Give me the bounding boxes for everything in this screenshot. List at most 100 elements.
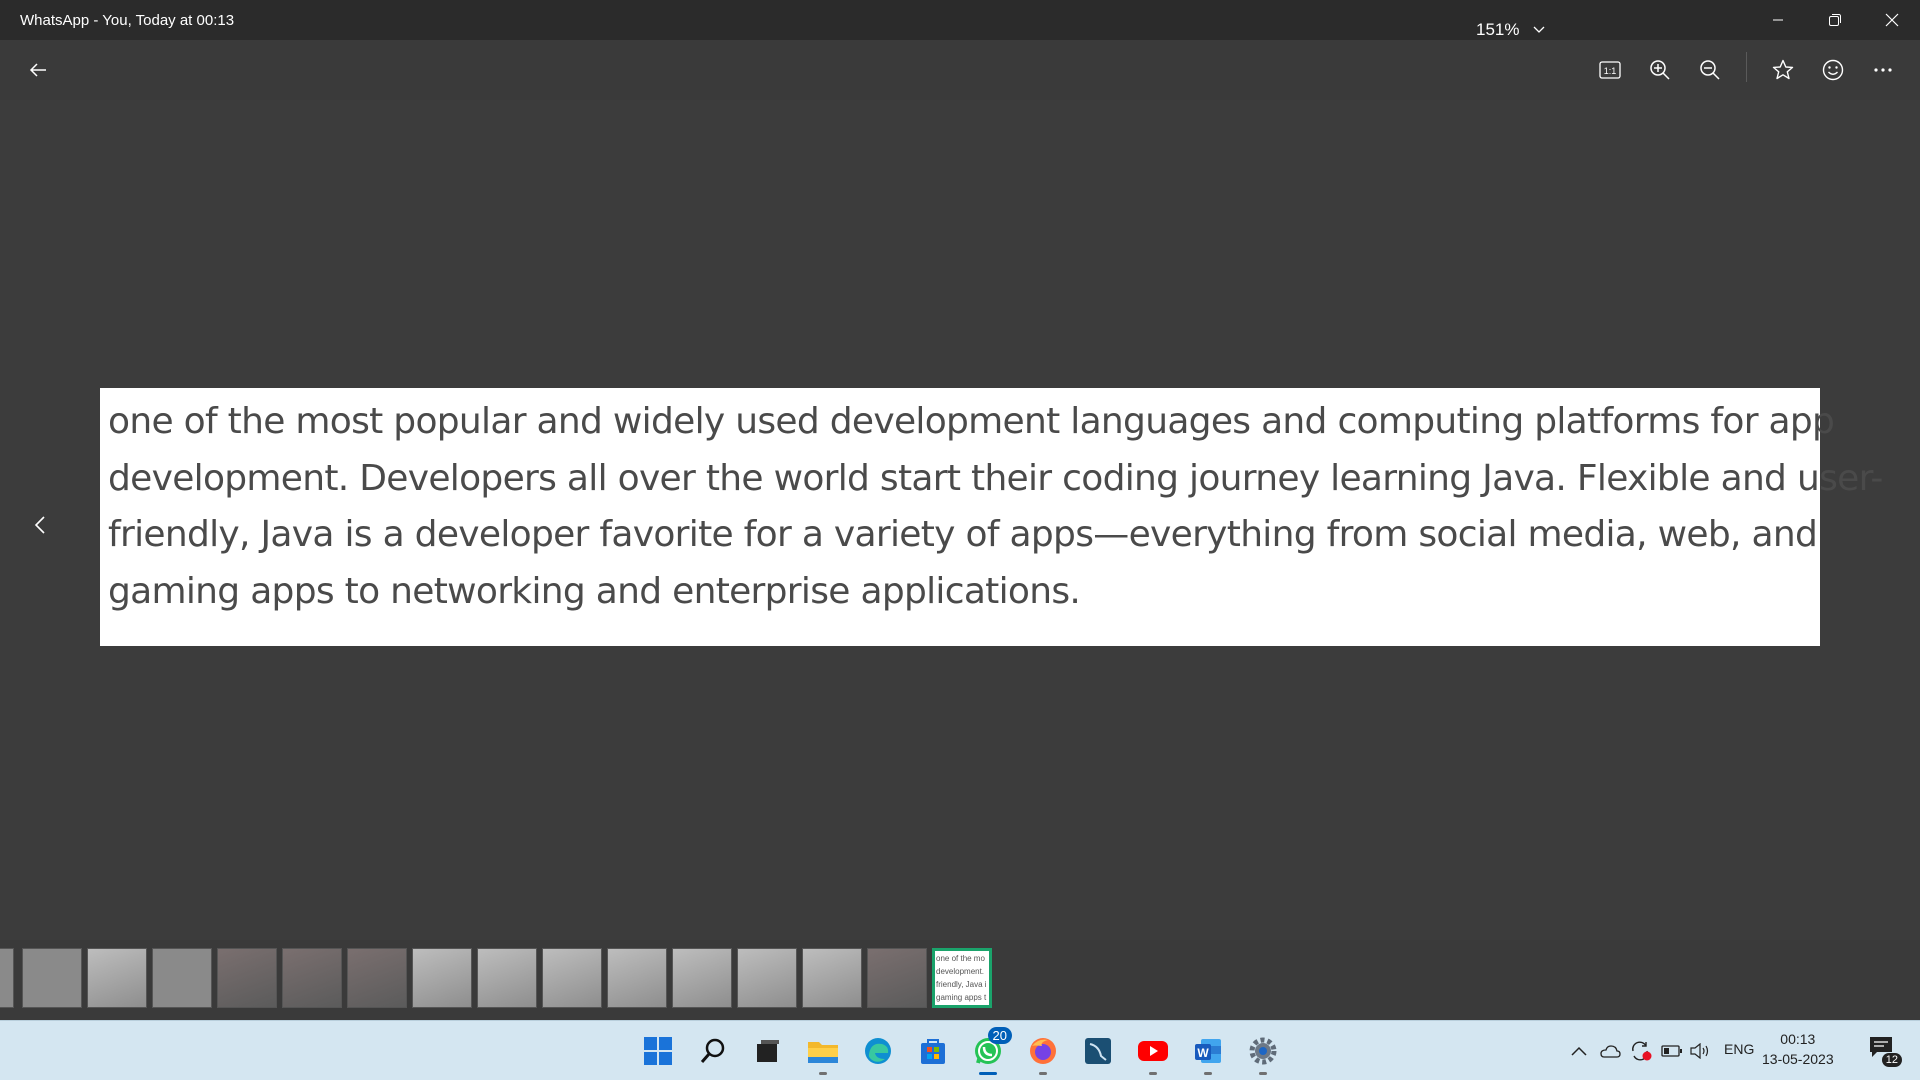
more-options-button[interactable] [1863,52,1903,88]
running-indicator [1149,1072,1157,1075]
toolbar-divider [1746,52,1747,82]
notification-center-button[interactable]: 12 [1868,1035,1902,1067]
thumbnail[interactable] [737,948,797,1008]
sync-error-icon [1632,1041,1652,1061]
active-indicator [979,1072,997,1075]
smiley-icon [1822,59,1844,81]
thumbnail-selected[interactable]: one of the mo development. friendly, Jav… [932,948,992,1008]
star-button[interactable] [1763,52,1803,88]
close-button[interactable] [1863,0,1920,40]
thumb-text: one of the mo [936,954,985,963]
battery-icon [1661,1045,1682,1057]
chevron-down-icon [1534,26,1545,33]
zoom-dropdown[interactable]: 151% [1476,12,1545,48]
file-explorer-button[interactable] [803,1031,843,1075]
word-icon: W [1195,1039,1221,1063]
image-text-line: gaming apps to networking and enterprise… [108,570,1081,612]
onedrive-tray-button[interactable] [1593,1031,1627,1071]
image-text-line: development. Developers all over the wor… [108,457,1883,499]
firefox-icon [1030,1038,1056,1064]
thumb-text: development. [936,967,985,976]
mysql-workbench-button[interactable] [1078,1031,1118,1071]
thumbnail[interactable] [282,948,342,1008]
store-icon [921,1039,945,1064]
microsoft-store-button[interactable] [913,1031,953,1071]
running-indicator [819,1072,827,1075]
windows-start-icon [644,1037,672,1065]
whatsapp-taskbar-button[interactable]: 20 [968,1027,1012,1075]
running-indicator [1259,1072,1267,1075]
viewer-toolbar [0,40,1920,100]
search-icon [700,1038,725,1063]
chevron-left-icon [34,516,45,534]
thumb-text: friendly, Java i [936,980,987,989]
displayed-image: one of the most popular and widely used … [100,388,1883,646]
minimize-icon [1772,19,1783,21]
edge-button[interactable] [858,1031,898,1071]
thumbnail[interactable] [802,948,862,1008]
svg-text:1:1: 1:1 [1604,66,1617,76]
word-button[interactable]: W [1188,1031,1228,1075]
svg-text:W: W [1197,1046,1209,1060]
gear-icon [1249,1037,1277,1065]
youtube-button[interactable] [1133,1031,1173,1075]
thumbnail-strip: one of the mo development. friendly, Jav… [0,946,1920,1008]
zoom-out-button[interactable] [1690,52,1730,88]
back-arrow-icon [29,63,46,77]
clock[interactable]: 00:13 13-05-2023 [1762,1029,1834,1069]
back-button[interactable] [18,52,58,88]
thumbnail[interactable] [672,948,732,1008]
sync-tray-button[interactable] [1624,1031,1658,1071]
thumbnail[interactable] [87,948,147,1008]
close-icon [1885,13,1898,27]
chevron-up-icon [1571,1046,1587,1056]
clock-time: 00:13 [1780,1031,1816,1047]
volume-tray-button[interactable] [1683,1031,1717,1071]
thumbnail[interactable] [347,948,407,1008]
thumb-text: gaming apps t [936,993,987,1002]
unread-count-badge: 20 [987,1027,1012,1044]
notification-count: 12 [1881,1053,1902,1067]
zoom-in-icon [1650,60,1670,80]
cloud-icon [1600,1045,1621,1058]
thumbnail[interactable] [152,948,212,1008]
image-viewer: one of the most popular and widely used … [0,100,1920,940]
emoji-react-button[interactable] [1813,52,1853,88]
window-controls [1749,0,1920,40]
zoom-in-button[interactable] [1640,52,1680,88]
thumbnail[interactable] [0,948,14,1008]
workbench-icon [1085,1038,1111,1064]
thumbnail[interactable] [607,948,667,1008]
restore-button[interactable] [1806,0,1863,40]
thumbnail[interactable] [217,948,277,1008]
zoom-level: 151% [1476,20,1520,39]
zoom-out-icon [1700,60,1720,80]
actual-size-button[interactable]: 1:1 [1590,52,1630,88]
input-language[interactable]: ENG [1724,1041,1754,1057]
folder-icon [808,1042,838,1063]
thumbnail[interactable] [477,948,537,1008]
thumbnail[interactable] [412,948,472,1008]
star-icon [1772,59,1794,80]
restore-icon [1828,14,1841,26]
minimize-button[interactable] [1749,0,1806,40]
actual-size-icon: 1:1 [1599,61,1621,79]
title-bar: WhatsApp - You, Today at 00:13 [0,0,1920,40]
youtube-icon [1138,1041,1168,1061]
settings-button[interactable] [1243,1031,1283,1075]
running-indicator [1039,1072,1047,1075]
start-button[interactable] [638,1031,678,1071]
thumbnail[interactable] [542,948,602,1008]
edge-browser-icon [865,1038,891,1064]
previous-image-button[interactable] [22,505,58,545]
window-title: WhatsApp - You, Today at 00:13 [20,11,235,29]
show-hidden-icons-button[interactable] [1561,1031,1597,1071]
task-view-icon [757,1040,779,1062]
firefox-button[interactable] [1023,1031,1063,1075]
more-horizontal-icon [1874,68,1892,72]
thumbnail[interactable] [22,948,82,1008]
thumbnail[interactable] [867,948,927,1008]
windows-taskbar: 20 W ENG 00:13 13-05-2023 12 [0,1020,1920,1080]
search-button[interactable] [693,1031,733,1071]
task-view-button[interactable] [747,1031,787,1071]
